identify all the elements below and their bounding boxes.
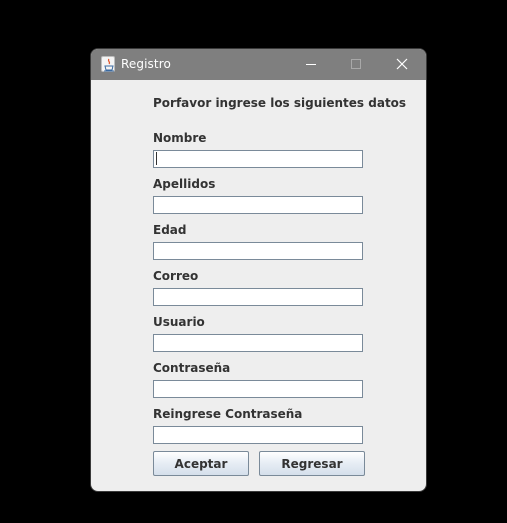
- minimize-icon: [306, 64, 316, 65]
- nombre-input[interactable]: [153, 150, 363, 168]
- text-caret: [156, 152, 157, 165]
- nombre-label: Nombre: [153, 131, 207, 145]
- instruction-text: Porfavor ingrese los siguientes datos: [153, 96, 407, 110]
- usuario-label: Usuario: [153, 315, 205, 329]
- window-title: Registro: [121, 57, 171, 71]
- reingrese-contrasena-input[interactable]: [153, 426, 363, 444]
- reingrese-contrasena-label: Reingrese Contraseña: [153, 407, 303, 421]
- close-button[interactable]: [380, 49, 424, 80]
- regresar-button[interactable]: Regresar: [259, 451, 365, 476]
- aceptar-button[interactable]: Aceptar: [153, 451, 249, 476]
- title-bar[interactable]: Registro: [91, 49, 426, 80]
- contrasena-input[interactable]: [153, 380, 363, 398]
- maximize-button[interactable]: [334, 49, 378, 80]
- registro-window: Registro Porfavor ingrese los siguientes…: [91, 49, 426, 491]
- edad-input[interactable]: [153, 242, 363, 260]
- maximize-icon: [351, 59, 361, 69]
- minimize-button[interactable]: [289, 49, 333, 80]
- java-cup-icon: [101, 56, 115, 72]
- apellidos-label: Apellidos: [153, 177, 216, 191]
- apellidos-input[interactable]: [153, 196, 363, 214]
- edad-label: Edad: [153, 223, 187, 237]
- correo-input[interactable]: [153, 288, 363, 306]
- close-icon: [396, 58, 408, 70]
- usuario-input[interactable]: [153, 334, 363, 352]
- correo-label: Correo: [153, 269, 199, 283]
- contrasena-label: Contraseña: [153, 361, 231, 375]
